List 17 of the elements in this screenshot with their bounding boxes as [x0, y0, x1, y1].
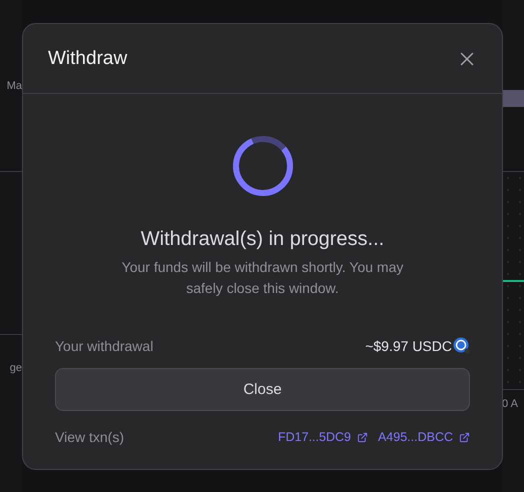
- transaction-link[interactable]: A495...DBCC: [378, 430, 470, 444]
- status-title: Withdrawal(s) in progress...: [140, 228, 384, 251]
- external-link-icon: [356, 432, 368, 442]
- withdrawal-label: Your withdrawal: [55, 338, 154, 354]
- transactions-label: View txn(s): [55, 429, 124, 445]
- status-message: Your funds will be withdrawn shortly. You may safely close this window.: [120, 258, 404, 298]
- close-button[interactable]: Close: [55, 368, 470, 411]
- chart-line: [502, 280, 524, 282]
- external-link-icon: [459, 432, 470, 442]
- transaction-link[interactable]: FD17...5DC9: [278, 430, 368, 444]
- coin-icon: [453, 337, 470, 354]
- background-label: Ma: [6, 80, 22, 92]
- loading-spinner-icon: [230, 134, 294, 198]
- withdrawal-amount: ~$9.97 USDC: [365, 338, 452, 354]
- background-bar: [502, 90, 524, 107]
- dialog-title: Withdraw: [48, 48, 128, 70]
- background-label: ge: [10, 362, 22, 374]
